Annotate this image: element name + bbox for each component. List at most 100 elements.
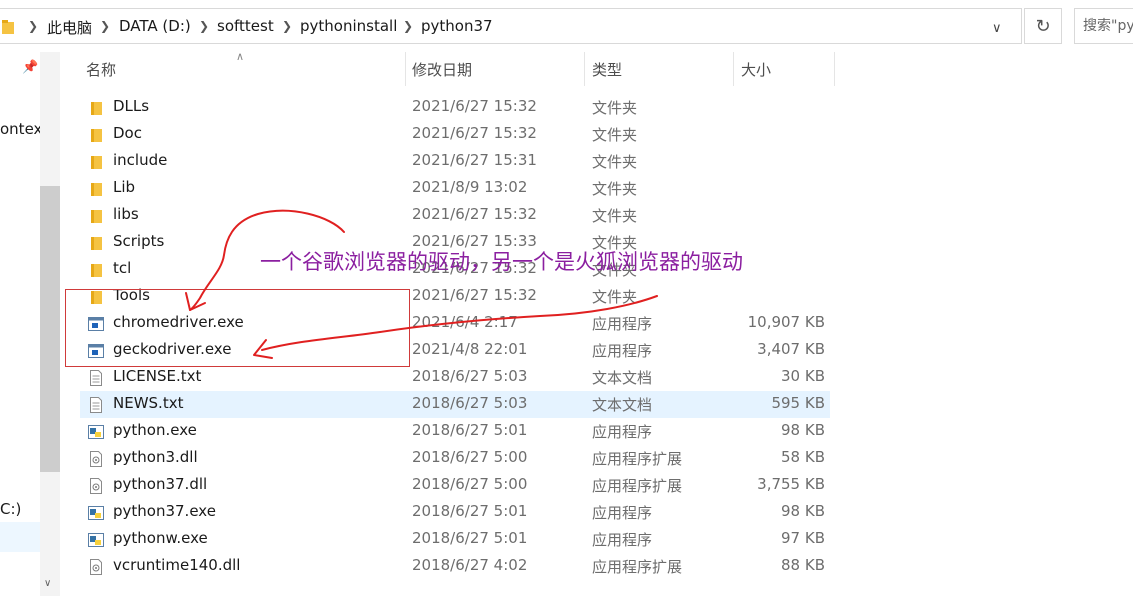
refresh-button[interactable]: ↻ bbox=[1024, 8, 1062, 44]
file-type: 应用程序 bbox=[592, 531, 653, 549]
file-date: 2018/6/27 5:00 bbox=[412, 475, 528, 493]
file-type: 应用程序扩展 bbox=[592, 450, 683, 468]
chevron-right-icon[interactable]: ❯ bbox=[28, 19, 38, 33]
file-size: 98 KB bbox=[781, 502, 825, 520]
nav-item-partial[interactable]: ontex bbox=[0, 120, 42, 138]
file-type: 应用程序扩展 bbox=[592, 477, 683, 495]
column-divider[interactable] bbox=[405, 52, 406, 86]
column-header-name[interactable]: 名称 bbox=[86, 56, 116, 84]
breadcrumb-data-drive[interactable]: DATA (D:) bbox=[119, 17, 191, 35]
python-icon bbox=[88, 531, 104, 549]
file-type: 文件夹 bbox=[592, 99, 638, 117]
column-header-size[interactable]: 大小 bbox=[741, 56, 771, 84]
file-date: 2018/6/27 5:01 bbox=[412, 421, 528, 439]
file-name: NEWS.txt bbox=[113, 394, 184, 412]
file-size: 58 KB bbox=[781, 448, 825, 466]
file-row[interactable]: python37.exe 2018/6/27 5:01 应用程序 98 KB bbox=[80, 499, 830, 526]
file-date: 2018/6/27 5:03 bbox=[412, 394, 528, 412]
file-name: libs bbox=[113, 205, 139, 223]
file-type: 应用程序 bbox=[592, 423, 653, 441]
column-divider[interactable] bbox=[733, 52, 734, 86]
column-divider[interactable] bbox=[584, 52, 585, 86]
file-row[interactable]: Doc 2021/6/27 15:32 文件夹 bbox=[80, 121, 830, 148]
file-row[interactable]: libs 2021/6/27 15:32 文件夹 bbox=[80, 202, 830, 229]
breadcrumb-softtest[interactable]: softtest bbox=[217, 17, 274, 35]
nav-item-partial[interactable]: C:) bbox=[0, 500, 21, 518]
column-header-type[interactable]: 类型 bbox=[592, 56, 622, 84]
file-type: 应用程序扩展 bbox=[592, 558, 683, 576]
file-date: 2018/6/27 5:03 bbox=[412, 367, 528, 385]
chevron-down-icon[interactable]: ∨ bbox=[992, 21, 1002, 36]
file-name: python.exe bbox=[113, 421, 197, 439]
breadcrumb-this-pc[interactable]: 此电脑 bbox=[47, 17, 92, 38]
dll-icon bbox=[88, 450, 104, 468]
nav-scrollbar[interactable]: ∨ bbox=[40, 52, 60, 596]
pin-icon[interactable]: 📌 bbox=[22, 60, 38, 75]
breadcrumb-python37[interactable]: python37 bbox=[421, 17, 493, 35]
file-date: 2021/8/9 13:02 bbox=[412, 178, 528, 196]
navigation-pane: 📌 ontex C:) ∨ bbox=[0, 52, 60, 596]
file-date: 2018/6/27 5:01 bbox=[412, 502, 528, 520]
file-type: 应用程序 bbox=[592, 342, 653, 360]
file-date: 2018/6/27 4:02 bbox=[412, 556, 528, 574]
breadcrumb-pythoninstall[interactable]: pythoninstall bbox=[300, 17, 397, 35]
column-header-date[interactable]: 修改日期 bbox=[412, 56, 472, 84]
file-type: 文件夹 bbox=[592, 180, 638, 198]
file-row[interactable]: NEWS.txt 2018/6/27 5:03 文本文档 595 KB bbox=[80, 391, 830, 418]
file-row[interactable]: pythonw.exe 2018/6/27 5:01 应用程序 97 KB bbox=[80, 526, 830, 553]
file-size: 97 KB bbox=[781, 529, 825, 547]
file-row[interactable]: include 2021/6/27 15:31 文件夹 bbox=[80, 148, 830, 175]
column-divider[interactable] bbox=[834, 52, 835, 86]
file-size: 595 KB bbox=[771, 394, 825, 412]
file-date: 2021/4/8 22:01 bbox=[412, 340, 528, 358]
file-date: 2018/6/27 5:00 bbox=[412, 448, 528, 466]
scroll-down-arrow-icon[interactable]: ∨ bbox=[44, 578, 51, 589]
chevron-right-icon[interactable]: ❯ bbox=[199, 19, 209, 33]
dll-icon bbox=[88, 477, 104, 495]
chevron-right-icon[interactable]: ❯ bbox=[282, 19, 292, 33]
file-row[interactable]: DLLs 2021/6/27 15:32 文件夹 bbox=[80, 94, 830, 121]
folder-icon bbox=[88, 261, 104, 279]
python-icon bbox=[88, 504, 104, 522]
file-name: Lib bbox=[113, 178, 136, 196]
file-name: Doc bbox=[113, 124, 142, 142]
file-row[interactable]: python37.dll 2018/6/27 5:00 应用程序扩展 3,755 KB bbox=[80, 472, 830, 499]
file-type: 文件夹 bbox=[592, 126, 638, 144]
file-size: 3,755 KB bbox=[757, 475, 825, 493]
file-name: python3.dll bbox=[113, 448, 198, 466]
file-date: 2021/6/27 15:32 bbox=[412, 286, 537, 304]
file-type: 应用程序 bbox=[592, 504, 653, 522]
file-size: 98 KB bbox=[781, 421, 825, 439]
text-file-icon bbox=[88, 396, 104, 414]
folder-icon bbox=[88, 126, 104, 144]
file-type: 文本文档 bbox=[592, 369, 653, 387]
file-row[interactable]: python3.dll 2018/6/27 5:00 应用程序扩展 58 KB bbox=[80, 445, 830, 472]
file-row[interactable]: python.exe 2018/6/27 5:01 应用程序 98 KB bbox=[80, 418, 830, 445]
nav-scrollbar-thumb[interactable] bbox=[40, 186, 60, 472]
file-type: 文件夹 bbox=[592, 288, 638, 306]
refresh-icon: ↻ bbox=[1035, 15, 1051, 37]
sort-ascending-icon: ∧ bbox=[236, 50, 245, 63]
file-type: 文件夹 bbox=[592, 153, 638, 171]
file-type: 文件夹 bbox=[592, 207, 638, 225]
folder-icon bbox=[88, 153, 104, 171]
search-box[interactable] bbox=[1074, 8, 1133, 44]
file-row[interactable]: vcruntime140.dll 2018/6/27 4:02 应用程序扩展 88 K… bbox=[80, 553, 830, 580]
folder-icon bbox=[2, 20, 14, 34]
file-date: 2021/6/27 15:32 bbox=[412, 205, 537, 223]
file-name: tcl bbox=[113, 259, 132, 277]
chevron-right-icon[interactable]: ❯ bbox=[403, 19, 413, 33]
file-date: 2021/6/27 15:32 bbox=[412, 97, 537, 115]
file-row[interactable]: Lib 2021/8/9 13:02 文件夹 bbox=[80, 175, 830, 202]
file-date: 2021/6/27 15:32 bbox=[412, 124, 537, 142]
file-name: DLLs bbox=[113, 97, 150, 115]
file-name: include bbox=[113, 151, 168, 169]
chevron-right-icon[interactable]: ❯ bbox=[100, 19, 110, 33]
file-name: python37.dll bbox=[113, 475, 208, 493]
address-bar[interactable]: ❯ 此电脑 ❯ DATA (D:) ❯ softtest ❯ pythonins… bbox=[0, 8, 1022, 44]
file-size: 88 KB bbox=[781, 556, 825, 574]
nav-selected-highlight bbox=[0, 522, 40, 552]
file-row[interactable]: LICENSE.txt 2018/6/27 5:03 文本文档 30 KB bbox=[80, 364, 830, 391]
search-input[interactable] bbox=[1075, 9, 1133, 43]
file-date: 2018/6/27 5:01 bbox=[412, 529, 528, 547]
